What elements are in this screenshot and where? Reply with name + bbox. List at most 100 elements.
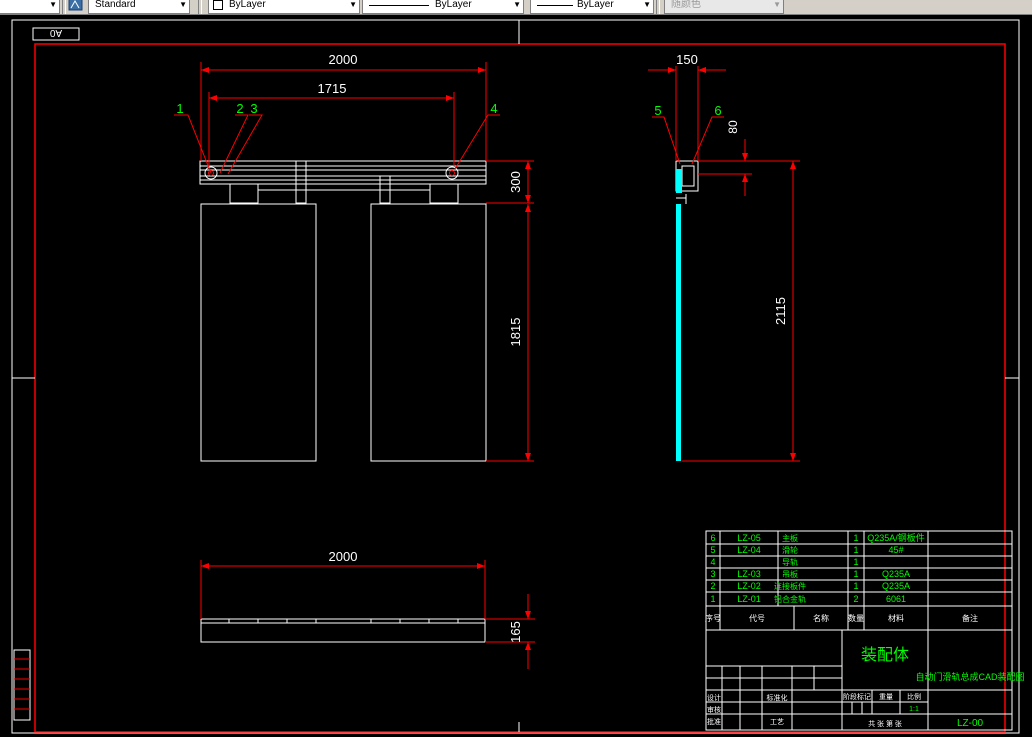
bom-cell: 6061 [886,594,906,604]
toolbar-separator [62,0,66,14]
bom-cell: Q235A/钢板件 [867,532,925,543]
bom-cell: 滑轮 [782,545,798,555]
bom-cell: 导轨 [782,557,798,567]
bom-cell: 铝合金轨 [774,594,806,604]
side-rail-inner [681,165,695,187]
plot-style-value: 随颜色 [671,0,701,10]
dim-text-panel: 1815 [508,318,523,347]
rail-outline [199,160,487,185]
title-drawing-name: 自动门滑轨总成CAD装配图 [915,671,1024,682]
title-check-label: 审核 [707,705,721,714]
linetype-sample-icon [369,5,429,6]
balloon-4: 4 [490,101,497,116]
lineweight-dropdown[interactable]: ByLayer ▼ [530,0,654,14]
bom-cell: 45# [888,545,903,555]
chevron-down-icon: ▼ [49,0,57,9]
bom-cell: LZ-03 [737,569,761,579]
text-style-dropdown[interactable]: Standard ▼ [88,0,190,14]
front-view[interactable]: 2000 1715 300 1815 1 2 3 4 [174,52,534,462]
title-scale-value: 1:1 [909,706,919,713]
chevron-down-icon: ▼ [773,0,781,9]
plot-style-dropdown[interactable]: 随颜色 ▼ [664,0,784,14]
layer-dropdown[interactable]: ▼ [0,0,60,14]
left-ruler [13,649,31,721]
dim-text-inner: 1715 [318,81,347,96]
side-view[interactable]: 150 80 2115 5 6 [648,52,800,462]
door-panel-left[interactable] [200,203,317,462]
leader-1 [174,114,212,174]
text-style-value: Standard [95,0,136,10]
bom-cell: 1 [853,569,858,579]
properties-toolbar: ▼ Standard ▼ ByLayer ▼ ByLayer ▼ ByLayer… [0,0,1032,15]
bom-cell: 主板 [782,533,798,543]
title-design-label: 设计 [707,693,721,702]
top-view-outline[interactable] [200,618,486,643]
bom-header-material: 材料 [888,613,904,623]
bom-cell: 3 [710,569,715,579]
door-panel-right[interactable] [370,203,487,462]
side-door-section[interactable] [676,204,681,461]
bom-cell: 1 [853,581,858,591]
bom-header-no: 序号 [705,613,721,623]
bom-header-remark: 备注 [962,613,978,623]
chevron-down-icon: ▼ [643,0,651,9]
chevron-down-icon: ▼ [513,0,521,9]
dim-text-top-height: 165 [508,621,523,643]
pulley-right-center [449,170,455,176]
bom-cell: LZ-05 [737,533,761,543]
bom-cell: 4 [710,557,715,567]
sheet-size-label: A0 [49,27,62,38]
bom-cell: LZ-02 [737,581,761,591]
balloon-1: 1 [176,101,183,116]
linetype-value: ByLayer [435,0,472,10]
title-block: 序号 代号 名称 数量 材料 备注 设计 批准 审核 标准化 工艺 装配体 自动… [705,605,1025,731]
bom-cell: Q235A [882,581,910,591]
text-style-icon[interactable] [68,0,84,12]
dim-text-side-small: 80 [726,120,740,134]
hanger-left [295,160,307,204]
bom-table: 6 LZ-05 主板 1 Q235A/钢板件 5 LZ-04 滑轮 1 45# … [705,530,1013,607]
title-stage-label: 阶段标记 [843,692,871,701]
balloon-3: 3 [250,101,257,116]
title-approve-label: 批准 [707,717,721,726]
dim-text-width: 2000 [329,52,358,67]
drawing-canvas[interactable]: A0 2000 1715 300 1815 1 2 3 4 150 80 211… [0,14,1032,737]
title-sheet-label: 共 张 第 张 [868,719,902,728]
linetype-dropdown[interactable]: ByLayer ▼ [362,0,524,14]
toolbar-separator [198,0,202,14]
title-weight-label: 重量 [879,693,893,701]
leader-3 [227,114,263,175]
balloon-2: 2 [236,101,243,116]
lineweight-sample-icon [537,5,573,6]
bom-cell: 5 [710,545,715,555]
leader-6 [691,116,724,165]
lineweight-value: ByLayer [577,0,614,10]
title-drawing-number: LZ-00 [957,718,984,729]
side-bracket [676,169,682,193]
title-assembly: 装配体 [861,646,909,664]
dim-text-side-width: 150 [676,52,698,67]
bom-header-code: 代号 [749,613,765,623]
bom-cell: 1 [853,545,858,555]
bom-cell: 6 [710,533,715,543]
chevron-down-icon: ▼ [179,0,187,9]
top-view[interactable]: 2000 165 [200,549,535,669]
bracket-right [429,183,459,204]
bom-cell: 2 [853,594,858,604]
color-dropdown[interactable]: ByLayer ▼ [208,0,360,14]
toolbar-separator [656,0,660,14]
bom-header-name: 名称 [813,613,829,623]
bom-cell: 1 [853,557,858,567]
dim-text-side-height: 2115 [773,297,788,325]
bom-cell: 1 [710,594,715,604]
title-scale-label: 比例 [907,692,921,701]
bom-cell: LZ-01 [737,594,761,604]
chevron-down-icon: ▼ [349,0,357,9]
dim-text-rail: 300 [508,171,523,193]
bom-cell: LZ-04 [737,545,761,555]
balloon-6: 6 [714,103,721,118]
bom-cell: Q235A [882,569,910,579]
title-standard-label: 标准化 [767,693,788,702]
pulley-right [445,166,459,180]
color-value: ByLayer [229,0,266,10]
